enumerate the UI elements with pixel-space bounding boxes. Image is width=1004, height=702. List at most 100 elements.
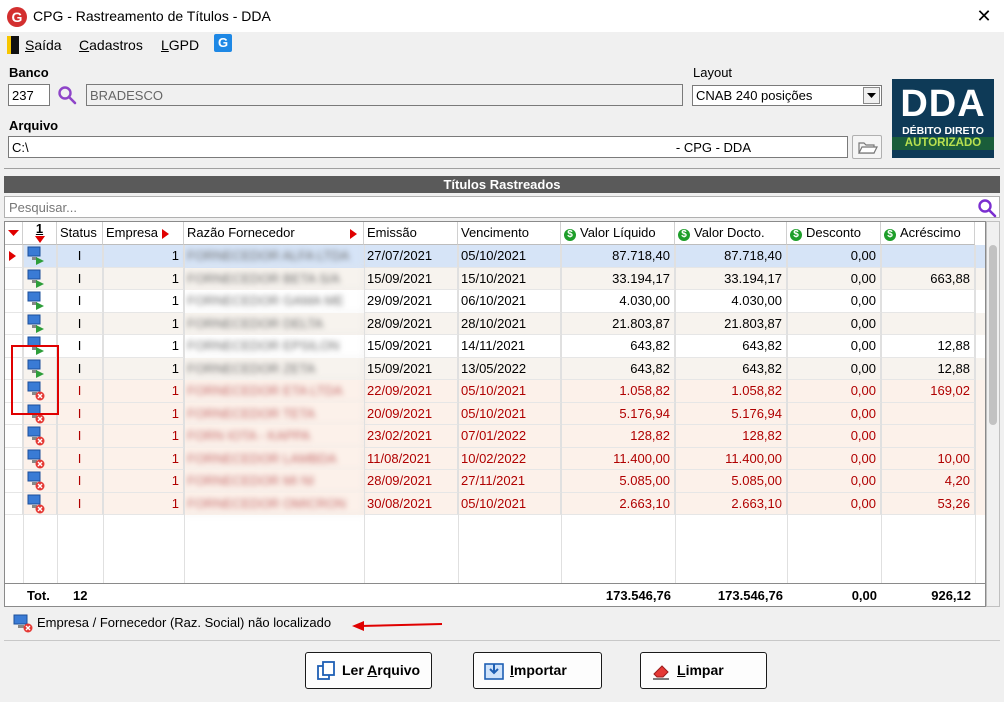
layout-select[interactable]: CNAB 240 posições <box>692 85 882 106</box>
table-row[interactable]: I 1 FORNECEDOR OMICRON 30/08/2021 05/10/2021… <box>5 492 985 515</box>
cell-desconto: 0,00 <box>787 290 881 313</box>
fornecedor-not-found-icon <box>23 492 57 515</box>
cell-docto: 1.058,82 <box>675 380 787 403</box>
limpar-button[interactable]: Limpar <box>640 652 767 689</box>
menu-saida[interactable]: Saída <box>25 37 62 53</box>
totals-acrescimo: 926,12 <box>931 588 971 603</box>
dda-logo-text: DDA <box>900 83 986 125</box>
cell-liquido: 5.085,00 <box>561 470 675 493</box>
cell-liquido: 128,82 <box>561 425 675 448</box>
cell-emissao: 28/09/2021 <box>364 312 458 335</box>
fornecedor-ok-icon <box>23 312 57 335</box>
sort-arrow-icon <box>34 236 45 243</box>
table-row[interactable]: I 1 FORNECEDOR ZETA 15/09/2021 13/05/2022 643… <box>5 357 985 380</box>
cell-status: I <box>57 380 103 403</box>
cell-liquido: 33.194,17 <box>561 267 675 290</box>
header-valor-docto-label: Valor Docto. <box>694 225 765 240</box>
browse-button[interactable] <box>852 135 882 159</box>
cell-fornecedor: FORN IOTA - KAPPA <box>184 425 364 448</box>
cell-desconto: 0,00 <box>787 380 881 403</box>
cell-empresa: 1 <box>103 447 184 470</box>
cell-emissao: 15/09/2021 <box>364 335 458 358</box>
divider <box>4 168 1000 169</box>
cell-docto: 11.400,00 <box>675 447 787 470</box>
header-row-indicator[interactable] <box>5 222 23 245</box>
footer-divider <box>4 640 1000 641</box>
cell-empresa: 1 <box>103 492 184 515</box>
table-row[interactable]: I 1 FORNECEDOR EPSILON 15/09/2021 14/11/2021… <box>5 335 985 358</box>
table-row[interactable]: I 1 FORNECEDOR TETA 20/09/2021 05/10/2021 5.1… <box>5 402 985 425</box>
totals-count: 12 <box>73 588 88 603</box>
importar-button[interactable]: Importar <box>473 652 602 689</box>
row-indicator[interactable] <box>5 425 23 448</box>
row-indicator[interactable] <box>5 470 23 493</box>
header-acrescimo[interactable]: $ Acréscimo <box>881 222 975 245</box>
cell-docto: 2.663,10 <box>675 492 787 515</box>
search-icon[interactable] <box>977 198 997 218</box>
header-razao-fornecedor[interactable]: Razão Fornecedor <box>184 222 364 245</box>
cell-vencimento: 27/11/2021 <box>458 470 561 493</box>
annotation-arrow-icon <box>352 621 443 631</box>
header-valor-liquido-label: Valor Líquido <box>580 225 656 240</box>
header-desconto[interactable]: $ Desconto <box>787 222 881 245</box>
dropdown-button[interactable] <box>863 87 880 104</box>
header-valor-liquido[interactable]: $ Valor Líquido <box>561 222 675 245</box>
cell-vencimento: 05/10/2021 <box>458 245 561 268</box>
table-row[interactable]: I 1 FORNECEDOR GAMA ME 29/09/2021 06/10/2021… <box>5 290 985 313</box>
dollar-icon: $ <box>678 229 690 241</box>
row-indicator[interactable] <box>5 245 23 268</box>
cell-fornecedor: FORNECEDOR EPSILON <box>184 335 364 358</box>
sort-indicator-icon <box>161 228 169 239</box>
table-row[interactable]: I 1 FORNECEDOR MI NI 28/09/2021 27/11/2021 5.… <box>5 470 985 493</box>
cell-status: I <box>57 267 103 290</box>
cell-status: I <box>57 245 103 268</box>
header-status[interactable]: Status <box>57 222 103 245</box>
grid-title: Títulos Rastreados <box>4 176 1000 193</box>
row-indicator[interactable] <box>5 447 23 470</box>
cell-emissao: 15/09/2021 <box>364 267 458 290</box>
arquivo-path-field[interactable]: C:\ - CPG - DDA <box>8 136 848 158</box>
table-row[interactable]: I 1 FORNECEDOR BETA S/A 15/09/2021 15/10/202… <box>5 267 985 290</box>
table-row[interactable]: I 1 FORNECEDOR ALFA LTDA 27/07/2021 05/10/20… <box>5 245 985 268</box>
header-emissao[interactable]: Emissão <box>364 222 458 245</box>
table-row[interactable]: I 1 FORNECEDOR ETA LTDA 22/09/2021 05/10/202… <box>5 380 985 403</box>
layout-select-value: CNAB 240 posições <box>696 88 813 103</box>
cell-empresa: 1 <box>103 335 184 358</box>
ler-arquivo-button[interactable]: Ler Arquivo <box>305 652 432 689</box>
row-indicator[interactable] <box>5 267 23 290</box>
banco-code-input[interactable]: 237 <box>8 84 50 106</box>
titles-grid[interactable]: 1 Status Empresa Razão Fornecedor Emissã… <box>4 221 986 607</box>
fornecedor-not-found-icon <box>23 425 57 448</box>
table-row[interactable]: I 1 FORNECEDOR DELTA 28/09/2021 28/10/2021 21… <box>5 312 985 335</box>
table-row[interactable]: I 1 FORN IOTA - KAPPA 23/02/2021 07/01/2022 1… <box>5 425 985 448</box>
cell-emissao: 30/08/2021 <box>364 492 458 515</box>
header-icon-column[interactable]: 1 <box>23 222 57 245</box>
header-empresa[interactable]: Empresa <box>103 222 184 245</box>
cell-emissao: 27/07/2021 <box>364 245 458 268</box>
row-indicator[interactable] <box>5 290 23 313</box>
cell-emissao: 22/09/2021 <box>364 380 458 403</box>
annotation-highlight-box <box>11 345 59 415</box>
grid-search-input[interactable]: Pesquisar... <box>4 196 1000 218</box>
copy-icon <box>317 661 335 680</box>
menu-cadastros[interactable]: Cadastros <box>79 37 143 53</box>
cell-acrescimo <box>881 402 975 425</box>
cell-docto: 33.194,17 <box>675 267 787 290</box>
window-title: CPG - Rastreamento de Títulos - DDA <box>33 8 271 24</box>
dollar-icon: $ <box>884 229 896 241</box>
row-indicator[interactable] <box>5 492 23 515</box>
menu-lgpd[interactable]: LGPD <box>161 37 199 53</box>
search-icon[interactable] <box>57 85 77 105</box>
header-vencimento[interactable]: Vencimento <box>458 222 561 245</box>
scrollbar-thumb[interactable] <box>989 245 997 425</box>
header-valor-docto[interactable]: $ Valor Docto. <box>675 222 787 245</box>
close-icon[interactable]: ✕ <box>972 4 996 28</box>
cell-fornecedor: FORNECEDOR ETA LTDA <box>184 380 364 403</box>
g-logo-icon[interactable]: G <box>214 34 232 52</box>
table-row[interactable]: I 1 FORNECEDOR LAMBDA 11/08/2021 10/02/2022 1… <box>5 447 985 470</box>
cell-desconto: 0,00 <box>787 492 881 515</box>
cell-liquido: 1.058,82 <box>561 380 675 403</box>
row-indicator[interactable] <box>5 312 23 335</box>
chevron-down-icon <box>867 93 876 98</box>
sort-down-icon <box>8 230 19 236</box>
